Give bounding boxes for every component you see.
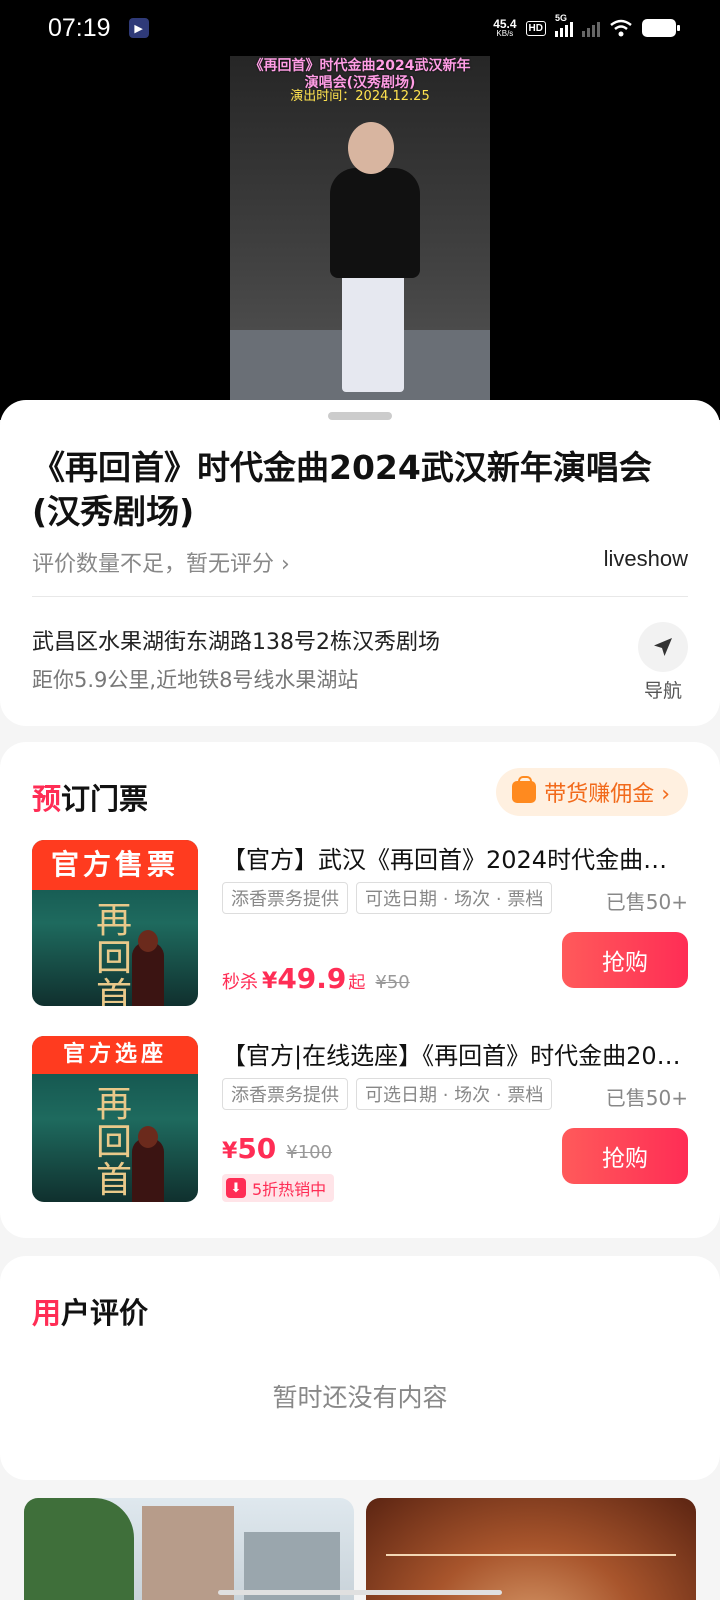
- navigation-button[interactable]: 导航: [636, 622, 690, 703]
- ticket-name[interactable]: 【官方|在线选座】《再回首》时代金曲2024武汉新年演唱会: [222, 1036, 688, 1071]
- ticket-tags: 添香票务提供 可选日期 · 场次 · 票档: [222, 882, 553, 914]
- poster-figure: [132, 930, 164, 1006]
- poster-banner: 官方选座: [32, 1036, 198, 1074]
- home-indicator[interactable]: [218, 1590, 502, 1595]
- rating-link[interactable]: 评价数量不足，暂无评分 ›: [32, 546, 290, 578]
- poster-banner: 官方售票: [32, 840, 198, 890]
- signal-icon: 5G: [555, 13, 573, 37]
- singer-figure-head: [348, 122, 394, 174]
- ticket-price: 秒杀 ¥ 49.9 起 ¥50: [222, 962, 410, 995]
- reviews-section-title: 用户评价: [32, 1290, 148, 1332]
- network-speed: 45.4 KB/s: [493, 18, 516, 38]
- video-frame[interactable]: 《再回首》时代金曲2024武汉新年 演唱会(汉秀剧场) 演出时间：2024.12…: [230, 56, 490, 400]
- tickets-section-title: 预订门票: [32, 776, 148, 818]
- ticket-sold-count: 已售50+: [605, 890, 688, 914]
- network-speed-unit: KB/s: [496, 29, 514, 38]
- divider: [32, 596, 688, 597]
- venue-photo[interactable]: [24, 1498, 354, 1600]
- navigation-arrow-icon: [654, 638, 672, 656]
- wifi-icon: [610, 19, 632, 37]
- navigation-circle[interactable]: [638, 622, 688, 672]
- status-icons: 45.4 KB/s HD 5G: [493, 13, 680, 38]
- price-currency: ¥: [262, 969, 278, 994]
- photo-tree: [24, 1498, 134, 1600]
- ticket-item[interactable]: 官方售票 再回首 【官方】武汉《再回首》2024时代金曲新年演唱会 添香票务提供…: [32, 840, 688, 1008]
- shopping-bag-icon: [512, 776, 537, 803]
- photo-building: [142, 1506, 234, 1600]
- ticket-poster[interactable]: 官方选座 再回首: [32, 1036, 198, 1202]
- battery-icon: [642, 19, 680, 37]
- photo-ceiling-lights: [386, 1554, 676, 1556]
- network-type: 5G: [555, 13, 568, 23]
- ticket-tag: 可选日期 · 场次 · 票档: [356, 882, 553, 914]
- ticket-tags: 添香票务提供 可选日期 · 场次 · 票档: [222, 1078, 553, 1110]
- ticket-tag: 可选日期 · 场次 · 票档: [356, 1078, 553, 1110]
- drag-handle[interactable]: [328, 412, 392, 420]
- ticket-price: ¥ 50 ¥100: [222, 1132, 332, 1165]
- tickets-section-title-rest: 订门票: [61, 782, 149, 816]
- video-app-icon: ▶: [128, 18, 149, 38]
- price-value: 49.9: [277, 962, 347, 995]
- ticket-poster[interactable]: 官方售票 再回首: [32, 840, 198, 1006]
- navigation-label: 导航: [643, 680, 682, 702]
- reviews-section-title-first: 用: [32, 1296, 62, 1330]
- buy-button[interactable]: 抢购: [562, 932, 688, 988]
- video-date: 演出时间：2024.12.25: [290, 89, 430, 104]
- signal-icon-secondary: [582, 19, 600, 37]
- reviews-section-title-rest: 户评价: [61, 1296, 149, 1330]
- tickets-card: 预订门票 带货赚佣金 › 官方售票 再回首 【官方】武汉《再回首》2024时代金…: [0, 742, 720, 1238]
- source-label: liveshow: [603, 546, 688, 571]
- event-title: 《再回首》时代金曲2024武汉新年演唱会(汉秀剧场): [32, 448, 652, 531]
- video-title-line1: 《再回首》时代金曲2024武汉新年: [249, 58, 471, 74]
- price-suffix: 起: [348, 973, 366, 993]
- event-info-card: 《再回首》时代金曲2024武汉新年演唱会(汉秀剧场) 评价数量不足，暂无评分 ›…: [0, 400, 720, 726]
- original-price: ¥50: [375, 972, 410, 993]
- empty-reviews-text: 暂时还没有内容: [272, 1383, 448, 1412]
- video-player[interactable]: 《再回首》时代金曲2024武汉新年 演唱会(汉秀剧场) 演出时间：2024.12…: [0, 56, 720, 420]
- commission-button[interactable]: 带货赚佣金 ›: [496, 768, 688, 816]
- poster-name: 再回首: [95, 1084, 132, 1201]
- buy-button[interactable]: 抢购: [562, 1128, 688, 1184]
- venue-distance: 距你5.9公里,近地铁8号线水果湖站: [32, 668, 359, 692]
- commission-label: 带货赚佣金 ›: [544, 782, 670, 807]
- down-arrow-icon: ⬇: [226, 1178, 246, 1198]
- poster-figure: [132, 1126, 164, 1202]
- ticket-tag: 添香票务提供: [222, 882, 348, 914]
- ticket-sold-count: 已售50+: [605, 1086, 688, 1110]
- ticket-tag: 添香票务提供: [222, 1078, 348, 1110]
- singer-figure-legs: [342, 268, 404, 392]
- price-label: 秒杀: [222, 972, 258, 993]
- hd-icon: HD: [525, 20, 546, 36]
- hot-sale-badge: ⬇ 5折热销中: [222, 1174, 335, 1202]
- singer-figure-body: [330, 168, 420, 278]
- status-bar: 07:19 ▶ 45.4 KB/s HD 5G: [0, 0, 720, 56]
- poster-name: 再回首: [95, 900, 132, 1007]
- theater-photo[interactable]: [366, 1498, 696, 1600]
- price-currency: ¥: [222, 1139, 238, 1164]
- ticket-name[interactable]: 【官方】武汉《再回首》2024时代金曲新年演唱会: [222, 840, 688, 875]
- ticket-item[interactable]: 官方选座 再回首 【官方|在线选座】《再回首》时代金曲2024武汉新年演唱会 添…: [32, 1036, 688, 1204]
- status-time: 07:19: [48, 13, 111, 42]
- venue-address: 武昌区水果湖街东湖路138号2栋汉秀剧场: [32, 630, 440, 655]
- hot-sale-label: 5折热销中: [252, 1180, 327, 1199]
- reviews-card: 用户评价 暂时还没有内容: [0, 1256, 720, 1480]
- price-value: 50: [237, 1132, 277, 1165]
- original-price: ¥100: [286, 1142, 333, 1163]
- tickets-section-title-first: 预: [32, 782, 62, 816]
